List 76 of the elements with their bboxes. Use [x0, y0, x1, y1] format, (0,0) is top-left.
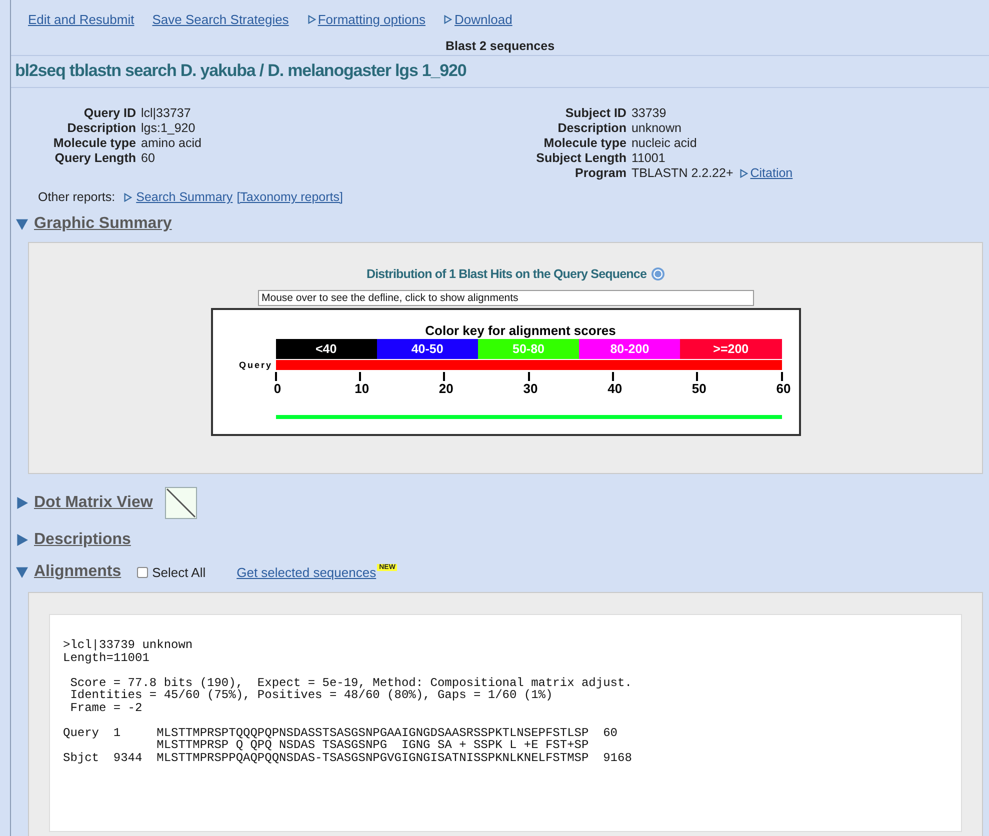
section-heading-link[interactable]: Graphic Summary: [34, 215, 172, 233]
dot-matrix-thumbnail-icon[interactable]: [164, 487, 197, 519]
axis-tick-label: 10: [354, 381, 370, 396]
toolbar-link[interactable]: Edit and Resubmit: [28, 12, 134, 27]
expand-triangle-icon[interactable]: [123, 192, 132, 202]
help-icon[interactable]: [650, 267, 665, 281]
field-label: Query Length: [54, 151, 136, 165]
color-key-swatch: 40-50: [376, 339, 478, 359]
search-title: bl2seq tblastn search D. yakuba / D. melanogaster lgs 1_920: [15, 61, 468, 81]
field-label: Subject ID: [564, 106, 626, 120]
tick-mark: [780, 372, 782, 381]
field-value: 11001: [631, 151, 666, 165]
axis-tick-label: 20: [438, 381, 454, 396]
expand-triangle-icon[interactable]: [16, 497, 28, 509]
toolbar-link[interactable]: Formatting options: [318, 12, 426, 27]
axis-tick-label: 30: [523, 381, 538, 396]
collapse-triangle-icon[interactable]: [16, 566, 28, 578]
field-value: 60: [141, 151, 155, 165]
section-heading-link[interactable]: Dot Matrix View: [34, 494, 153, 512]
chart-title: Distribution of 1 Blast Hits on the Query Sequence: [366, 267, 647, 281]
alignment-line: Frame = -2: [69, 702, 144, 714]
alignment-line: Length=11001: [63, 652, 150, 664]
field-value: 33739: [631, 106, 666, 120]
axis-tick-label: 0: [274, 381, 282, 396]
toolbar-link[interactable]: Download: [454, 12, 512, 27]
field-value: unknown: [631, 121, 682, 135]
tick-mark: [274, 372, 276, 381]
alignment-line: MLSTTMPRSP Q QPQ NSDAS TSASGSNPG IGNG SA + SSPK L +E FST+SP: [156, 739, 590, 752]
field-label: Molecule type: [52, 136, 136, 150]
alignment-line: Identities = 45/60 (75%), Positives = 48/60 (80%), Gaps = 1/60 (1%): [69, 689, 554, 702]
field-value: lgs:1_920: [141, 121, 196, 135]
program-title: Blast 2 sequences: [445, 39, 555, 53]
expand-triangle-icon[interactable]: [16, 534, 28, 546]
field-label: Query ID: [82, 106, 136, 120]
tick-mark: [696, 372, 698, 381]
report-link[interactable]: [Taxonomy reports]: [236, 190, 343, 204]
section-heading-link[interactable]: Alignments: [34, 563, 122, 581]
color-key-swatch: >=200: [680, 339, 782, 359]
collapse-triangle-icon[interactable]: [16, 218, 28, 230]
color-key-swatch: 80-200: [579, 339, 680, 359]
field-label: Molecule type: [542, 136, 626, 150]
field-value: amino acid: [141, 136, 202, 150]
tick-mark: [443, 372, 446, 381]
report-link[interactable]: Search Summary: [136, 190, 233, 204]
toolbar-link[interactable]: Save Search Strategies: [152, 12, 289, 27]
field-value: nucleic acid: [631, 136, 697, 150]
select-all-label: Select All: [152, 564, 206, 580]
tick-mark: [612, 372, 614, 381]
field-value: TBLASTN 2.2.22+: [631, 166, 734, 180]
axis-tick-label: 40: [608, 381, 622, 396]
field-label: Subject Length: [535, 151, 626, 165]
get-sequences-link[interactable]: Get selected sequences: [236, 564, 376, 580]
axis-tick-label: 50: [692, 381, 706, 396]
field-label: Description: [66, 121, 136, 135]
alignment-line: >lcl|33739 unknown: [63, 639, 194, 652]
expand-triangle-icon[interactable]: [739, 168, 748, 178]
query-label: Query: [238, 360, 274, 370]
tick-mark: [528, 372, 530, 381]
defline-field[interactable]: Mouse over to see the defline, click to show alignments: [258, 290, 754, 306]
color-key-swatch: <40: [276, 339, 377, 359]
color-key-swatch: 50-80: [478, 339, 580, 359]
citation-link[interactable]: Citation: [750, 166, 793, 180]
color-key-title: Color key for alignment scores: [424, 323, 617, 338]
field-value: lcl|33737: [141, 106, 191, 120]
axis-tick-label: 60: [776, 381, 791, 396]
other-reports-label: Other reports:: [38, 190, 116, 204]
alignment-line: Sbjct 9344 MLSTTMPRSPPQAQPQQNSDAS-TSASGSNPGVGIGNGISATNISSPKNLKNELFSTMSP 9168: [63, 752, 633, 764]
field-label: Program: [574, 166, 626, 180]
expand-triangle-icon[interactable]: [443, 15, 452, 24]
expand-triangle-icon[interactable]: [306, 15, 316, 24]
section-heading-link[interactable]: Descriptions: [34, 531, 131, 549]
alignment-line: Query 1 MLSTTMPRSPTQQQPQPNSDASSTSASGSNPGAAIGNGDSAASRSSPKTLNSEPFSTLSP 60: [63, 726, 618, 739]
tick-mark: [358, 372, 361, 381]
select-all-checkbox[interactable]: [137, 566, 148, 578]
alignment-line: Score = 77.8 bits (190), Expect = 5e-19, Method: Compositional matrix adjust.: [69, 676, 633, 689]
field-label: Description: [556, 121, 626, 135]
